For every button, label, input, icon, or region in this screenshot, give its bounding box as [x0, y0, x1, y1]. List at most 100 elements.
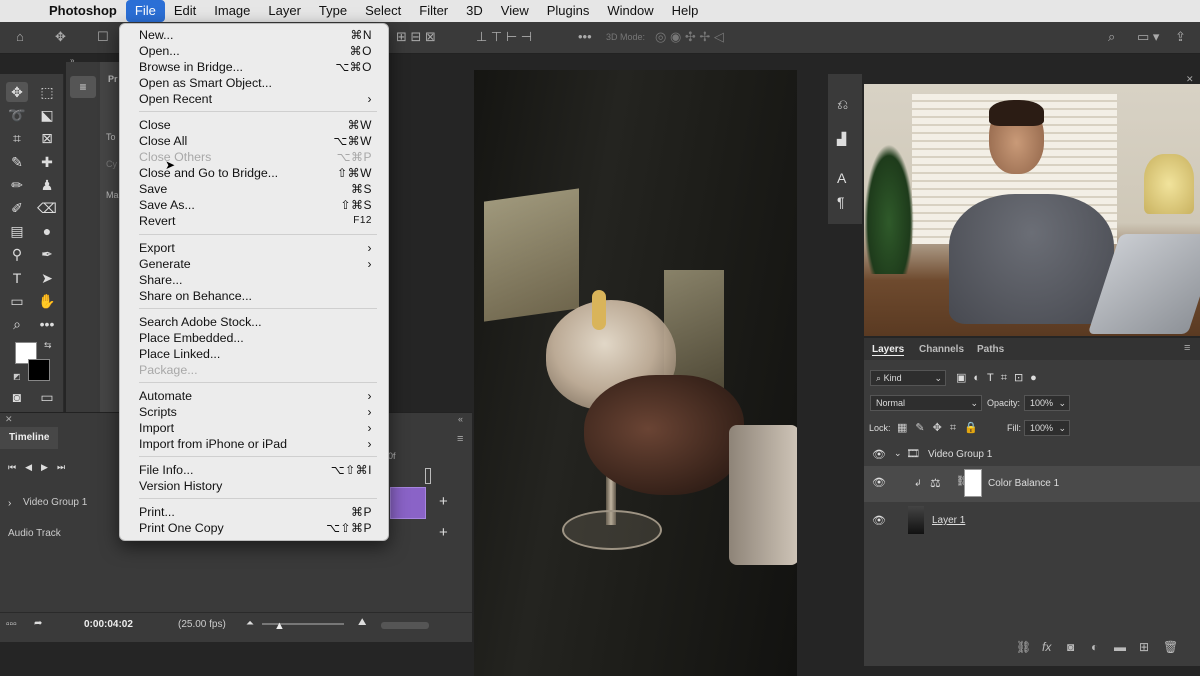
paragraph-icon[interactable]: ¶ — [837, 194, 845, 210]
menu-image[interactable]: Image — [205, 0, 259, 22]
pen-tool-icon[interactable]: ✒ — [36, 244, 58, 264]
stamp-tool-icon[interactable]: ♟ — [36, 175, 58, 195]
playback-controls-icon[interactable]: ⏮◀▶⏭ — [8, 462, 74, 473]
layer-name[interactable]: Color Balance 1 — [988, 478, 1059, 489]
chevron-down-icon[interactable]: ⌄ — [894, 448, 902, 459]
menu-item-open-smart-object[interactable]: Open as Smart Object... — [120, 75, 388, 91]
menu-item-import[interactable]: Import › — [120, 420, 388, 436]
zoom-tool-icon[interactable]: ⌕ — [6, 314, 28, 334]
menu-item-browse-bridge[interactable]: Browse in Bridge... ⌥⌘O — [120, 59, 388, 75]
menu-select[interactable]: Select — [356, 0, 410, 22]
menu-item-open-recent[interactable]: Open Recent › — [120, 91, 388, 107]
add-media-button[interactable]: + — [439, 493, 448, 510]
add-mask-icon[interactable]: ◙ — [1067, 640, 1074, 654]
history-icon[interactable]: ⎌ — [837, 96, 848, 113]
zoom-out-icon[interactable]: ⏶ — [246, 618, 254, 629]
menu-item-share[interactable]: Share... — [120, 272, 388, 288]
fill-field[interactable]: 100% ⌄ — [1024, 420, 1070, 436]
layer-row-layer-1[interactable]: 👁 Layer 1 — [864, 504, 1200, 538]
visibility-eye-icon[interactable]: 👁 — [872, 448, 886, 461]
more-options-icon[interactable]: ••• — [578, 29, 592, 44]
tab-channels[interactable]: Channels — [919, 344, 964, 355]
tab-timeline[interactable]: Timeline — [0, 427, 58, 449]
menu-file[interactable]: File — [125, 0, 165, 22]
menu-view[interactable]: View — [492, 0, 538, 22]
crop-tool-icon[interactable]: ⌗ — [6, 128, 28, 148]
menu-item-save[interactable]: Save ⌘S — [120, 181, 388, 197]
filter-kind-select[interactable]: ⌕ Kind ⌄ — [870, 370, 946, 386]
audio-track-label[interactable]: Audio Track — [8, 528, 118, 539]
menu-3d[interactable]: 3D — [457, 0, 492, 22]
workspace-icon[interactable]: ▭ ▾ — [1137, 29, 1159, 45]
menu-item-export[interactable]: Export › — [120, 240, 388, 256]
menu-item-save-as[interactable]: Save As... ⇧⌘S — [120, 197, 388, 213]
menu-item-version-history[interactable]: Version History — [120, 478, 388, 494]
adjustment-layer-icon[interactable]: ◐ — [1091, 640, 1098, 654]
menu-item-place-linked[interactable]: Place Linked... — [120, 346, 388, 362]
rectangle-tool-icon[interactable]: ▭ — [6, 291, 28, 311]
menu-layer[interactable]: Layer — [259, 0, 310, 22]
filter-type-icons[interactable]: ▣◐T⌗⊡● — [956, 371, 1044, 385]
histogram-icon[interactable]: ▟ — [837, 132, 846, 146]
video-clip[interactable] — [390, 487, 426, 519]
new-layer-icon[interactable]: ⊞ — [1139, 640, 1149, 654]
layer-name[interactable]: Layer 1 — [932, 515, 965, 526]
eyedropper-icon[interactable]: ✎ — [6, 152, 28, 172]
search-icon[interactable]: ⌕ — [1108, 29, 1115, 45]
zoom-in-icon[interactable]: ⛰ — [358, 617, 366, 628]
menu-item-revert[interactable]: Revert F12 — [120, 213, 388, 229]
menu-item-generate[interactable]: Generate › — [120, 256, 388, 272]
fx-icon[interactable]: fx — [1042, 640, 1051, 654]
new-group-icon[interactable]: ▬ — [1114, 640, 1126, 654]
screen-mode-icon[interactable]: ▭ — [36, 387, 58, 407]
render-icon[interactable]: ▫▫▫ — [6, 619, 17, 630]
menu-item-search-stock[interactable]: Search Adobe Stock... — [120, 314, 388, 330]
blend-mode-select[interactable]: Normal ⌄ — [870, 395, 982, 411]
share-icon[interactable]: ⇪ — [1175, 29, 1186, 45]
layer-name[interactable]: Video Group 1 — [928, 449, 992, 460]
panel-menu-icon[interactable]: ≡ — [1184, 342, 1190, 354]
menu-item-open[interactable]: Open... ⌘O — [120, 43, 388, 59]
add-audio-button[interactable]: + — [439, 524, 448, 541]
menu-app[interactable]: Photoshop — [40, 0, 126, 22]
zoom-slider-handle[interactable]: ▲ — [274, 620, 285, 632]
menu-item-import-iphone[interactable]: Import from iPhone or iPad › — [120, 436, 388, 452]
lasso-tool-icon[interactable]: ➰ — [6, 105, 28, 125]
path-select-icon[interactable]: ➤ — [36, 268, 58, 288]
move-tool-icon[interactable]: ✥ — [55, 29, 66, 45]
background-color[interactable] — [28, 359, 50, 381]
document-canvas[interactable] — [474, 70, 797, 676]
tab-paths[interactable]: Paths — [977, 344, 1004, 355]
playhead-handle[interactable] — [425, 468, 431, 484]
menu-item-close-go-bridge[interactable]: Close and Go to Bridge... ⇧⌘W — [120, 165, 388, 181]
default-colors-icon[interactable]: ◩ — [13, 372, 21, 381]
visibility-eye-icon[interactable]: 👁 — [872, 514, 886, 527]
dodge-tool-icon[interactable]: ⚲ — [6, 244, 28, 264]
menu-window[interactable]: Window — [598, 0, 662, 22]
history-brush-icon[interactable]: ✐ — [6, 198, 28, 218]
more-tools-icon[interactable]: ••• — [36, 314, 58, 334]
menu-item-close[interactable]: Close ⌘W — [120, 117, 388, 133]
menu-item-close-all[interactable]: Close All ⌥⌘W — [120, 133, 388, 149]
healing-brush-icon[interactable]: ✚ — [36, 152, 58, 172]
visibility-eye-icon[interactable]: 👁 — [872, 476, 886, 489]
menu-item-new[interactable]: New... ⌘N — [120, 27, 388, 43]
lock-icons[interactable]: ▦✎✥⌗🔒 — [897, 421, 986, 435]
menu-edit[interactable]: Edit — [165, 0, 205, 22]
menu-item-place-embedded[interactable]: Place Embedded... — [120, 330, 388, 346]
menu-type[interactable]: Type — [310, 0, 356, 22]
delete-layer-icon[interactable]: 🗑 — [1163, 640, 1178, 654]
convert-icon[interactable]: ➦ — [34, 618, 42, 629]
type-tool-icon[interactable]: T — [6, 268, 28, 288]
menu-item-automate[interactable]: Automate › — [120, 388, 388, 404]
align-icon[interactable]: ⊞ ⊟ ⊠ — [396, 29, 436, 45]
menu-item-print[interactable]: Print... ⌘P — [120, 504, 388, 520]
character-icon[interactable]: A — [837, 170, 846, 186]
menu-item-share-behance[interactable]: Share on Behance... — [120, 288, 388, 304]
frame-tool-icon[interactable]: ⊠ — [36, 128, 58, 148]
timeline-scrollbar[interactable] — [381, 622, 429, 629]
quick-mask-icon[interactable]: ◙ — [6, 387, 28, 407]
auto-select-checkbox[interactable]: ☐ — [97, 29, 109, 45]
menu-item-print-one-copy[interactable]: Print One Copy ⌥⇧⌘P — [120, 520, 388, 536]
adjustments-icon[interactable]: ≡ — [70, 76, 96, 98]
